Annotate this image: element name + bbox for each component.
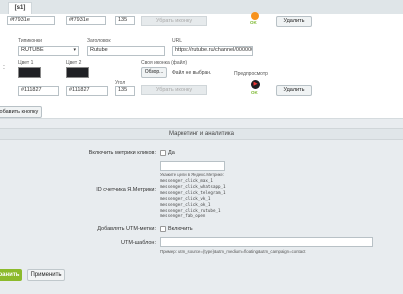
goals-list: messenger_click_max_1 messenger_click_wh… xyxy=(160,178,226,219)
row1-delete-button[interactable]: Удалить xyxy=(276,16,312,27)
goal-item: messenger_click_whatsapp_1 xyxy=(160,183,226,189)
row1-color2-field[interactable]: #f7931e xyxy=(66,16,106,25)
url-input[interactable]: https://rutube.ru/channel/000000 xyxy=(172,46,253,56)
utm-enable-checkbox-label: Включить xyxy=(168,226,193,232)
counter-input[interactable] xyxy=(160,161,225,171)
row1-angle-field[interactable]: 135 xyxy=(115,16,135,25)
title-input[interactable]: Rutube xyxy=(87,46,165,56)
file-status: Файл не выбран. xyxy=(172,70,212,76)
title-label: Заголовок xyxy=(87,38,111,44)
add-button[interactable]: Добавить кнопку xyxy=(0,106,42,118)
counter-label: ID счетчика Я.Метрики: xyxy=(96,187,156,193)
browse-button[interactable]: Обзор... xyxy=(141,67,167,78)
color2-swatch[interactable] xyxy=(66,67,89,78)
color2-label: Цвет 2 xyxy=(66,60,82,66)
metrics-label: Включить метрики кликов: xyxy=(88,150,156,156)
metrics-checkbox[interactable] xyxy=(160,150,166,156)
color2-hex-input[interactable]: #111827 xyxy=(66,86,108,96)
buttons-panel xyxy=(0,14,403,119)
utm-enable-checkbox[interactable] xyxy=(160,226,166,232)
goals-hint: Укажите цели в Яндекс.Метрике: xyxy=(160,172,225,177)
color1-hex-input[interactable]: #111827 xyxy=(18,86,59,96)
color1-swatch[interactable] xyxy=(18,67,41,78)
row2-ok-label: OK xyxy=(251,90,258,95)
top-bar xyxy=(0,0,403,14)
utm-example: Пример: utm_source={type}&utm_medium=flo… xyxy=(160,249,306,254)
drag-handle[interactable]: : xyxy=(3,64,5,71)
own-icon-label: Своя иконка (файл) xyxy=(141,60,188,66)
save-button[interactable]: ранить xyxy=(0,269,22,281)
utm-template-label: UTM-шаблон: xyxy=(120,240,156,246)
preview-label: Предпросмотр xyxy=(234,71,268,77)
utm-enable-label: Добавлять UTM-метки: xyxy=(97,226,156,232)
type-select[interactable]: RUTUBE ▾ xyxy=(18,46,79,56)
row1-preview: OK xyxy=(249,12,262,25)
chevron-down-icon: ▾ xyxy=(73,47,76,53)
color1-label: Цвет 1 xyxy=(18,60,34,66)
row1-preview-icon xyxy=(251,12,259,20)
type-select-value: RUTUBE xyxy=(21,47,44,53)
type-label: Типиконки xyxy=(18,38,42,44)
goal-item: messenger_click_telegram_1 xyxy=(160,189,226,195)
utm-template-input[interactable] xyxy=(160,237,373,247)
row1-ok-label: OK xyxy=(250,20,257,25)
rutube-preview-icon: ▶ xyxy=(251,80,260,89)
marketing-section-title: Маркетинг и аналитика xyxy=(0,128,403,140)
row1-color1-field[interactable]: #f7931e xyxy=(7,16,55,25)
row2-remove-icon-button[interactable]: Убрать иконку xyxy=(141,85,207,95)
metrics-checkbox-label: Да xyxy=(168,150,175,156)
goal-item: messenger_fab_open xyxy=(160,213,206,219)
angle-input[interactable]: 135 xyxy=(115,86,135,96)
row2-delete-button[interactable]: Удалить xyxy=(276,85,312,96)
row1-remove-icon-button[interactable]: Убрать иконку xyxy=(141,16,207,26)
url-label: URL xyxy=(172,38,183,44)
tab-s1[interactable]: [s1] xyxy=(8,2,32,14)
apply-button[interactable]: Применить xyxy=(27,269,65,281)
